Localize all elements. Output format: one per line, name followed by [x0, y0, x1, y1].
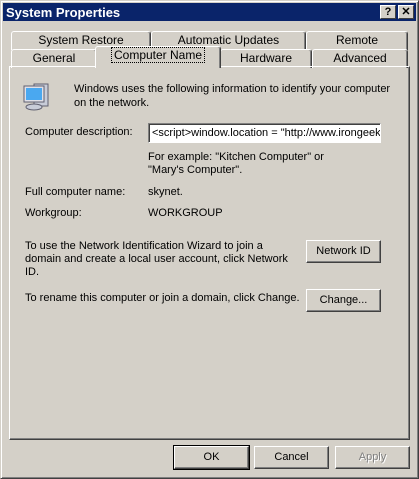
- tab-computer-name-label: Computer Name: [110, 47, 206, 63]
- apply-button[interactable]: Apply: [335, 446, 410, 469]
- computer-icon: [23, 83, 49, 111]
- close-button[interactable]: ✕: [398, 5, 414, 19]
- intro-text: Windows uses the following information t…: [74, 83, 391, 109]
- workgroup-label: Workgroup:: [25, 207, 82, 219]
- ok-button[interactable]: OK: [173, 445, 250, 470]
- full-name-label: Full computer name:: [25, 186, 126, 198]
- workgroup-value: WORKGROUP: [148, 207, 223, 219]
- tab-remote[interactable]: Remote: [306, 31, 408, 50]
- full-name-value: skynet.: [148, 186, 183, 198]
- cancel-button[interactable]: Cancel: [254, 446, 329, 469]
- change-button[interactable]: Change...: [306, 289, 381, 312]
- rename-text: To rename this computer or join a domain…: [25, 292, 300, 304]
- computer-description-input[interactable]: <script>window.location = "http://www.ir…: [148, 123, 381, 143]
- tab-computer-name[interactable]: Computer Name: [95, 46, 221, 68]
- title-bar[interactable]: System Properties: [3, 3, 416, 21]
- help-button[interactable]: ?: [380, 5, 396, 19]
- network-id-text: To use the Network Identification Wizard…: [25, 240, 288, 278]
- example-text: For example: "Kitchen Computer" or "Mary…: [148, 151, 324, 176]
- window-title: System Properties: [6, 5, 121, 20]
- description-label: Computer description:: [25, 126, 133, 138]
- network-id-button[interactable]: Network ID: [306, 240, 381, 263]
